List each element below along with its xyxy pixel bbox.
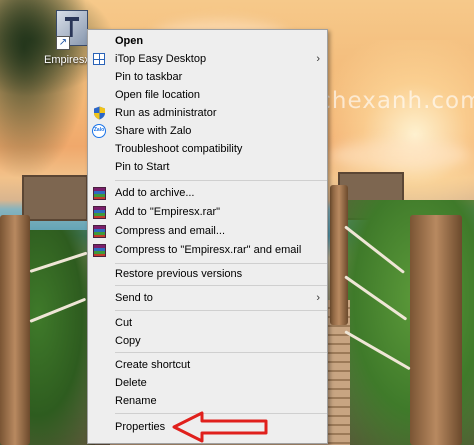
- menu-item-label: Rename: [115, 395, 157, 407]
- menu-item-label: Open: [115, 35, 144, 47]
- fence-post: [0, 215, 30, 445]
- shortcut-arrow-icon: ↗: [56, 36, 70, 50]
- annotation-arrow-icon: [172, 411, 268, 443]
- menu-item-run-as-administrator[interactable]: Run as administrator: [88, 104, 327, 122]
- winrar-icon: [92, 224, 106, 238]
- winrar-icon: [92, 205, 106, 219]
- submenu-arrow-icon: ›: [316, 292, 320, 304]
- menu-item-itop-easy-desktop[interactable]: iTop Easy Desktop ›: [88, 50, 327, 68]
- menu-item-label: Pin to Start: [115, 161, 170, 173]
- menu-item-label: Add to archive...: [115, 187, 195, 199]
- fence-post: [330, 185, 348, 325]
- context-menu: Open iTop Easy Desktop › Pin to taskbar …: [87, 29, 328, 444]
- menu-item-copy[interactable]: Copy: [88, 332, 327, 350]
- zalo-icon-text: Zalo: [92, 124, 106, 138]
- beach-hut: [22, 175, 88, 221]
- zalo-icon: Zalo: [92, 124, 106, 138]
- menu-separator: [115, 352, 327, 353]
- menu-separator: [115, 263, 327, 264]
- menu-item-label: Run as administrator: [115, 107, 217, 119]
- menu-item-add-to-archive[interactable]: Add to archive...: [88, 184, 327, 202]
- menu-item-open[interactable]: Open: [88, 32, 327, 50]
- menu-item-delete[interactable]: Delete: [88, 374, 327, 392]
- menu-item-rename[interactable]: Rename: [88, 392, 327, 410]
- winrar-icon: [92, 186, 106, 200]
- menu-item-add-to-rar[interactable]: Add to "Empiresx.rar": [88, 203, 327, 221]
- menu-item-label: iTop Easy Desktop: [115, 53, 207, 65]
- menu-item-label: Pin to taskbar: [115, 71, 183, 83]
- menu-separator: [115, 310, 327, 311]
- itop-icon: [92, 52, 106, 66]
- menu-item-create-shortcut[interactable]: Create shortcut: [88, 356, 327, 374]
- menu-item-label: Troubleshoot compatibility: [115, 143, 243, 155]
- menu-item-label: Restore previous versions: [115, 268, 243, 280]
- menu-item-label: Delete: [115, 377, 147, 389]
- menu-item-troubleshoot-compatibility[interactable]: Troubleshoot compatibility: [88, 140, 327, 158]
- menu-item-share-with-zalo[interactable]: Zalo Share with Zalo: [88, 122, 327, 140]
- menu-item-label: Add to "Empiresx.rar": [115, 206, 221, 218]
- menu-item-label: Compress and email...: [115, 225, 226, 237]
- uac-shield-icon: [92, 106, 106, 120]
- menu-item-open-file-location[interactable]: Open file location: [88, 86, 327, 104]
- menu-item-restore-previous-versions[interactable]: Restore previous versions: [88, 265, 327, 283]
- menu-item-label: Open file location: [115, 89, 200, 101]
- menu-item-pin-to-start[interactable]: Pin to Start: [88, 158, 327, 176]
- winrar-icon: [92, 243, 106, 257]
- menu-item-label: Properties: [115, 421, 166, 433]
- menu-item-label: Share with Zalo: [115, 125, 192, 137]
- menu-item-compress-and-email[interactable]: Compress and email...: [88, 222, 327, 240]
- menu-item-label: Create shortcut: [115, 359, 191, 371]
- menu-item-compress-to-rar-and-email[interactable]: Compress to "Empiresx.rar" and email: [88, 241, 327, 259]
- menu-item-label: Copy: [115, 335, 141, 347]
- menu-item-label: Cut: [115, 317, 133, 329]
- submenu-arrow-icon: ›: [316, 53, 320, 65]
- menu-item-cut[interactable]: Cut: [88, 314, 327, 332]
- menu-separator: [115, 180, 327, 181]
- fence-post: [410, 215, 462, 445]
- menu-item-label: Compress to "Empiresx.rar" and email: [115, 244, 302, 256]
- cloud: [330, 140, 470, 170]
- menu-item-send-to[interactable]: Send to ›: [88, 289, 327, 307]
- menu-separator: [115, 285, 327, 286]
- menu-item-pin-to-taskbar[interactable]: Pin to taskbar: [88, 68, 327, 86]
- menu-item-label: Send to: [115, 292, 153, 304]
